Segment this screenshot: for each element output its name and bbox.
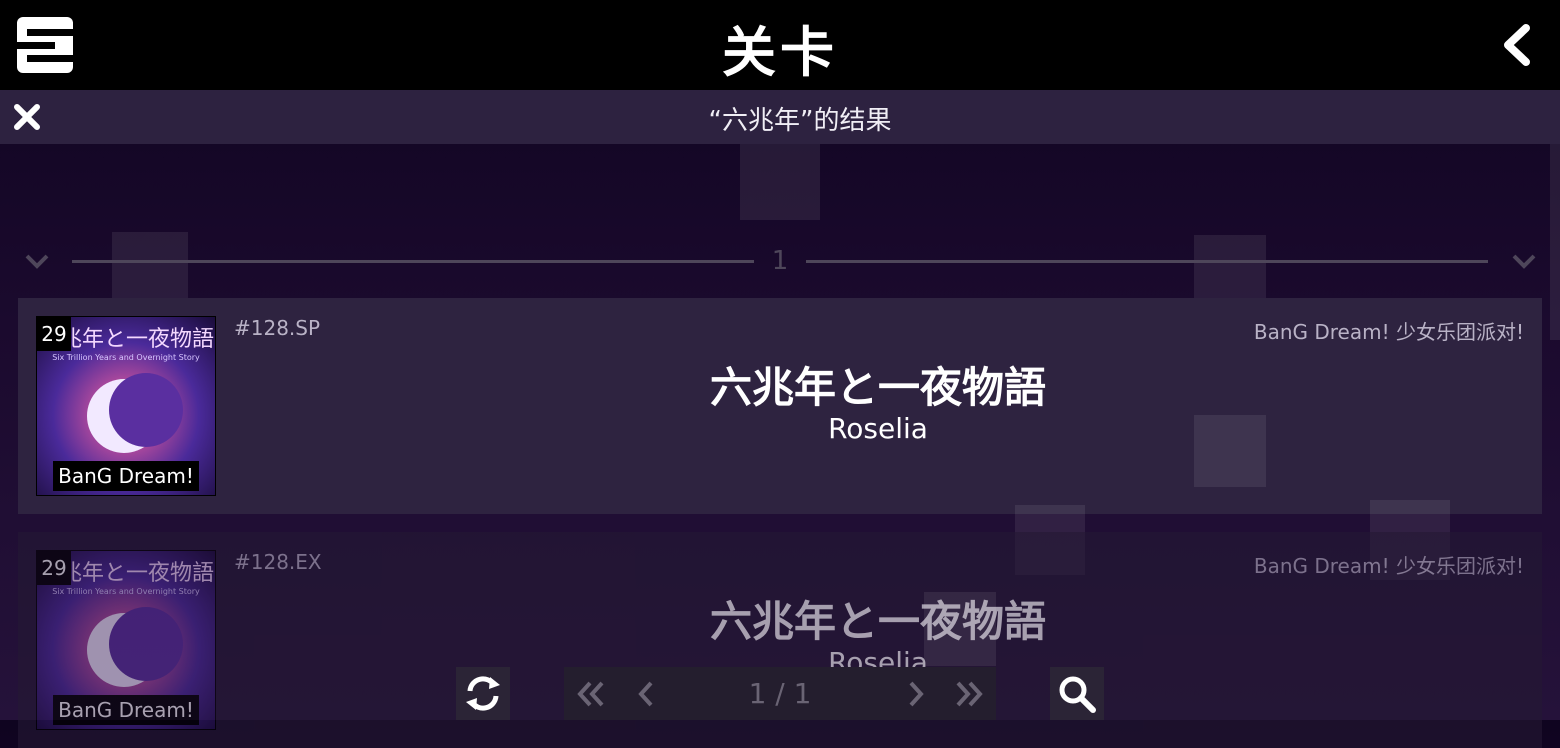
cover-subtitle: Six Trillion Years and Overnight Story	[52, 587, 200, 596]
chevron-left-icon[interactable]	[1502, 24, 1532, 66]
page-indicator: 1 / 1	[748, 677, 812, 710]
cover-art: 六兆年と一夜物語 Six Trillion Years and Overnigh…	[36, 316, 216, 496]
level-source: BanG Dream! 少女乐团派对!	[1253, 320, 1524, 344]
last-page-icon[interactable]	[952, 677, 986, 711]
cover-subtitle: Six Trillion Years and Overnight Story	[52, 353, 200, 362]
next-page-icon[interactable]	[898, 677, 932, 711]
level-code: #128.EX	[234, 550, 322, 574]
chevron-down-icon[interactable]	[24, 248, 50, 274]
search-result-bar: “六兆年”的结果	[0, 90, 1560, 144]
level-badge: 29	[37, 551, 71, 585]
level-badge: 29	[37, 317, 71, 351]
bg-square	[1194, 415, 1266, 487]
level-code: #128.SP	[234, 316, 321, 340]
refresh-icon	[466, 676, 500, 711]
cover-brand: BanG Dream!	[53, 461, 199, 491]
pagination: 1 / 1	[564, 667, 996, 720]
first-page-icon[interactable]	[574, 677, 608, 711]
page-title: 关卡	[722, 21, 838, 84]
search-button[interactable]	[1050, 667, 1104, 720]
group-divider: 1	[0, 244, 1560, 280]
divider-line	[72, 260, 754, 263]
refresh-button[interactable]	[456, 667, 510, 720]
search-icon	[1059, 676, 1096, 713]
song-title: 六兆年と一夜物語	[709, 363, 1046, 412]
bg-square	[740, 140, 820, 220]
song-title: 六兆年と一夜物語	[709, 597, 1046, 646]
prev-page-icon[interactable]	[630, 677, 664, 711]
bg-square	[924, 592, 996, 666]
cover-brand: BanG Dream!	[53, 695, 199, 725]
cover-art: 六兆年と一夜物語 Six Trillion Years and Overnigh…	[36, 550, 216, 730]
top-bar: 关卡	[0, 0, 1560, 90]
level-source: BanG Dream! 少女乐团派对!	[1253, 554, 1524, 578]
search-result-label: “六兆年”的结果	[708, 106, 892, 136]
group-label: 1	[771, 246, 789, 276]
song-artist: Roselia	[828, 412, 928, 445]
chevron-down-icon[interactable]	[1511, 248, 1537, 274]
level-card[interactable]: 六兆年と一夜物語 Six Trillion Years and Overnigh…	[18, 298, 1542, 514]
divider-line	[806, 260, 1488, 263]
